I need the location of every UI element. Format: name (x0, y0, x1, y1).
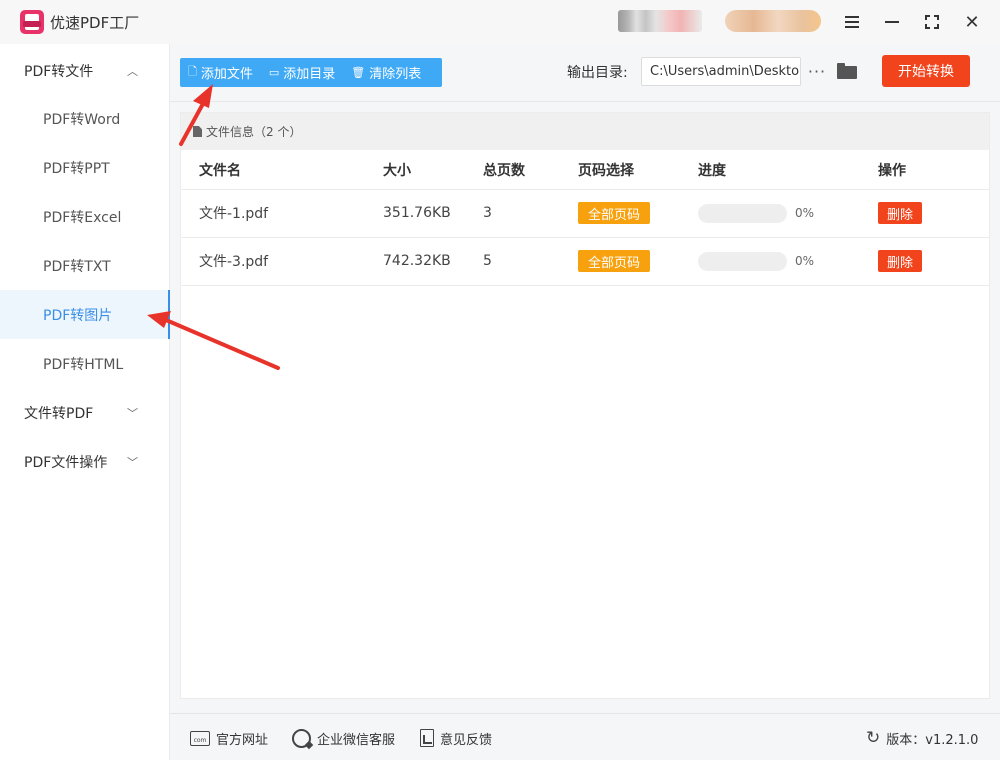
sidebar-item-label: PDF转TXT (43, 258, 111, 275)
all-pages-button[interactable]: 全部页码 (578, 202, 650, 224)
progress-text: 0% (795, 254, 815, 268)
add-file-button[interactable]: 🗋 添加文件 (180, 58, 261, 87)
official-website-label: 官方网址 (216, 732, 269, 748)
app-logo-icon (20, 10, 44, 34)
progress-cell: 0% (698, 237, 814, 285)
refresh-icon: ↻ (866, 728, 881, 748)
sidebar-item-label: PDF转图片 (43, 307, 113, 324)
column-header-page-select: 页码选择 (578, 163, 634, 179)
sidebar-item-pdf-to-image[interactable]: PDF转图片 (0, 290, 170, 339)
close-icon[interactable]: ✕ (960, 10, 984, 34)
file-name: 文件-1.pdf (199, 206, 269, 222)
add-directory-button[interactable]: ▭ 添加目录 (261, 58, 343, 87)
file-name: 文件-3.pdf (199, 254, 269, 270)
blurred-account-badge[interactable] (725, 10, 821, 32)
app-title: 优速PDF工厂 (50, 14, 140, 32)
trash-icon: 🗑 (351, 66, 366, 79)
maximize-icon[interactable] (920, 10, 944, 34)
more-options-button[interactable]: ··· (806, 57, 828, 86)
sidebar-item-label: PDF转PPT (43, 160, 110, 177)
add-file-label: 添加文件 (200, 67, 253, 82)
divider (181, 285, 989, 286)
chevron-down-icon: ﹀ (127, 455, 138, 469)
column-header-action: 操作 (878, 163, 906, 179)
minimize-icon[interactable] (880, 10, 904, 34)
add-directory-label: 添加目录 (283, 67, 336, 82)
all-pages-button[interactable]: 全部页码 (578, 250, 650, 272)
menu-icon[interactable] (840, 10, 864, 34)
column-header-size: 大小 (383, 163, 411, 179)
file-info-count: 文件信息（2 个） (206, 125, 302, 139)
title-bar: 优速PDF工厂 ✕ (0, 0, 1000, 44)
action-cell: 删除 (878, 237, 922, 285)
file-pages: 3 (483, 205, 492, 221)
sidebar-item-pdf-to-excel[interactable]: PDF转Excel (0, 192, 170, 241)
sidebar-item-pdf-to-ppt[interactable]: PDF转PPT (0, 143, 170, 192)
file-button-group: 🗋 添加文件 ▭ 添加目录 🗑 清除列表 (180, 58, 442, 87)
page-select-cell: 全部页码 (578, 189, 650, 237)
sidebar-item-label: PDF转Word (43, 111, 121, 128)
page-select-cell: 全部页码 (578, 237, 650, 285)
column-header-pages: 总页数 (483, 163, 525, 179)
blurred-user-info (618, 10, 702, 32)
sidebar-group-label: PDF转文件 (24, 63, 94, 80)
output-dir-field[interactable]: C:\Users\admin\Deskto (641, 57, 801, 86)
output-dir-label: 输出目录: (567, 65, 628, 81)
column-header-filename: 文件名 (199, 163, 241, 179)
version-info[interactable]: ↻ 版本：v1.2.1.0 (866, 727, 978, 749)
sidebar-item-label: PDF转HTML (43, 356, 124, 373)
action-cell: 删除 (878, 189, 922, 237)
sidebar-item-pdf-to-word[interactable]: PDF转Word (0, 94, 170, 143)
chevron-up-icon: ︿ (127, 64, 138, 78)
start-convert-button[interactable]: 开始转换 (882, 55, 970, 87)
feedback-label: 意见反馈 (440, 732, 493, 748)
file-info-header: 文件信息（2 个） (181, 113, 989, 150)
clear-list-button[interactable]: 🗑 清除列表 (343, 58, 429, 87)
official-website-link[interactable]: com 官方网址 (190, 727, 268, 749)
file-size: 351.76KB (383, 205, 451, 221)
progress-text: 0% (795, 206, 815, 220)
sidebar-group-label: PDF文件操作 (24, 454, 108, 471)
document-icon (193, 126, 202, 137)
sidebar-group-file-to-pdf[interactable]: 文件转PDF ﹀ (0, 388, 170, 437)
file-size: 742.32KB (383, 253, 451, 269)
wechat-support-link[interactable]: 企业微信客服 (292, 727, 395, 749)
clear-list-label: 清除列表 (369, 67, 422, 82)
chat-icon (292, 728, 311, 748)
feedback-link[interactable]: 意见反馈 (420, 727, 492, 749)
file-list-panel: 文件信息（2 个） 文件名 大小 总页数 页码选择 进度 操作 文件-1.pdf… (180, 112, 990, 699)
file-pages: 5 (483, 253, 492, 269)
column-header-progress: 进度 (698, 163, 726, 179)
feedback-icon (420, 729, 434, 747)
footer-bar: com 官方网址 企业微信客服 意见反馈 ↻ 版本：v1.2.1.0 (170, 713, 1000, 760)
sidebar-item-pdf-to-txt[interactable]: PDF转TXT (0, 241, 170, 290)
file-icon: 🗋 (188, 65, 197, 78)
progress-bar (698, 203, 787, 223)
sidebar-group-pdf-operations[interactable]: PDF文件操作 ﹀ (0, 437, 170, 486)
website-icon: com (190, 730, 210, 746)
sidebar-group-pdf-to-file[interactable]: PDF转文件 ︿ (0, 46, 170, 95)
folder-icon: ▭ (268, 66, 280, 79)
open-folder-icon[interactable] (836, 62, 858, 80)
chevron-down-icon: ﹀ (127, 406, 138, 420)
sidebar-item-pdf-to-html[interactable]: PDF转HTML (0, 339, 170, 388)
delete-button[interactable]: 删除 (878, 250, 922, 272)
sidebar: PDF转文件 ︿ PDF转Word PDF转PPT PDF转Excel PDF转… (0, 44, 170, 760)
delete-button[interactable]: 删除 (878, 202, 922, 224)
main-toolbar: 🗋 添加文件 ▭ 添加目录 🗑 清除列表 输出目录: C:\Users\admi… (170, 44, 1000, 102)
version-label: 版本：v1.2.1.0 (886, 732, 979, 748)
progress-cell: 0% (698, 189, 814, 237)
wechat-support-label: 企业微信客服 (317, 732, 396, 748)
sidebar-group-label: 文件转PDF (24, 405, 94, 422)
sidebar-item-label: PDF转Excel (43, 209, 122, 226)
progress-bar (698, 251, 787, 271)
